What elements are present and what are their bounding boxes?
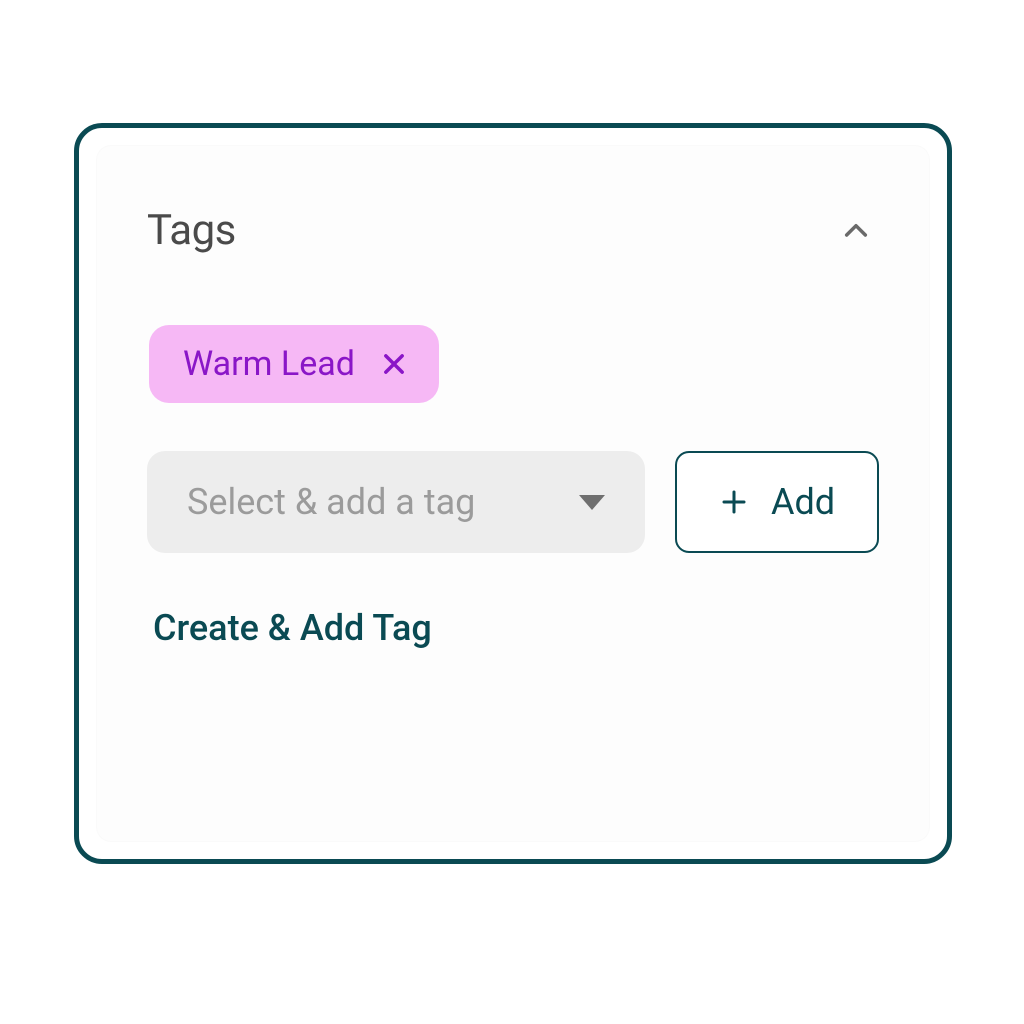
tag-select-placeholder: Select & add a tag [187, 481, 475, 523]
section-header: Tags [147, 206, 879, 255]
tag-chip: Warm Lead [149, 325, 439, 403]
tags-list: Warm Lead [147, 325, 879, 403]
tags-panel-body: Tags Warm Lead Select & add a tag [97, 146, 929, 841]
chevron-up-icon [840, 215, 872, 247]
close-icon [380, 350, 408, 378]
collapse-toggle[interactable] [837, 212, 875, 250]
create-add-tag-link[interactable]: Create & Add Tag [147, 607, 879, 649]
tag-remove-button[interactable] [379, 349, 409, 379]
section-title: Tags [147, 206, 236, 255]
tag-label: Warm Lead [183, 347, 355, 381]
tag-select[interactable]: Select & add a tag [147, 451, 645, 553]
caret-down-icon [579, 495, 605, 510]
add-tag-row: Select & add a tag Add [147, 451, 879, 553]
plus-icon [719, 487, 749, 517]
add-button[interactable]: Add [675, 451, 879, 553]
tags-panel: Tags Warm Lead Select & add a tag [74, 123, 952, 864]
add-button-label: Add [771, 481, 835, 523]
